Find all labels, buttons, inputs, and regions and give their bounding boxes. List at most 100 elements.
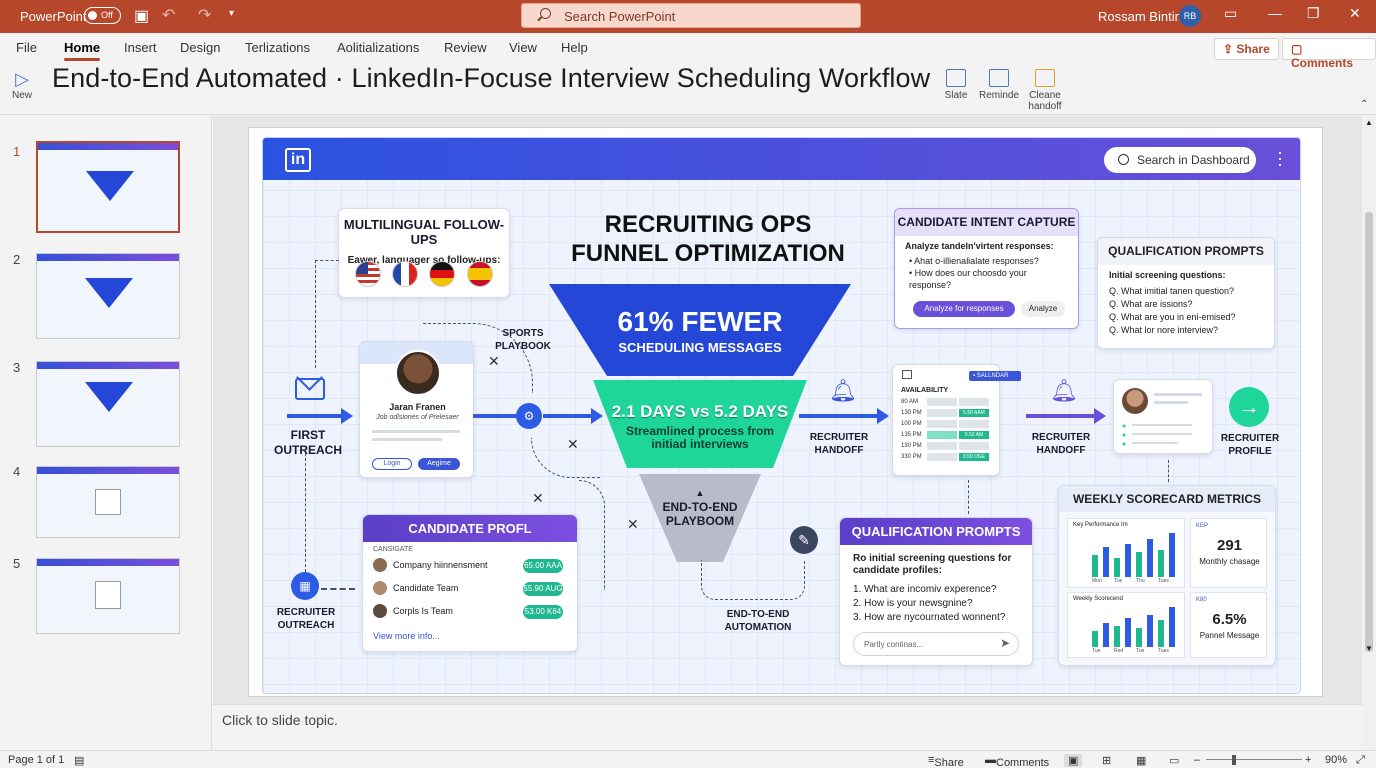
reading-view-icon[interactable]: ▦ (1136, 754, 1146, 767)
tab-insert[interactable]: Insert (124, 40, 157, 55)
minimize-icon[interactable]: — (1268, 5, 1282, 21)
qualification-prompts-card[interactable]: QUALIFICATION PROMPTS Initial screening … (1097, 237, 1275, 349)
calendar-slot[interactable]: 5.50 AAM (959, 409, 989, 417)
zoom-in-icon[interactable]: + (1305, 754, 1311, 766)
autosave-toggle[interactable]: Off (84, 7, 121, 24)
qualification-item: Q. What imitial tanen question? (1109, 286, 1235, 296)
candidate-intent-title: CANDIDATE INTENT CAPTURE (895, 209, 1078, 236)
chart-bar (1092, 555, 1098, 577)
chart-tick-label: Tues (1158, 648, 1169, 654)
calendar-slot[interactable] (959, 398, 989, 406)
scroll-down-icon[interactable]: ▼ (1365, 644, 1373, 653)
status-comments-button[interactable]: ▬ Comments (985, 754, 1049, 768)
close-icon[interactable]: ✕ (1349, 5, 1361, 22)
recruiter-profile-card[interactable]: ● ● ● (1113, 379, 1213, 454)
calendar-button[interactable]: ▪ SALLNDAR (969, 371, 1021, 381)
register-button[interactable]: Aegime (418, 458, 460, 470)
slide-thumbnail-4[interactable] (36, 466, 180, 538)
multilingual-card[interactable]: MULTILINGUAL FOLLOW-UPS Eawer, languager… (338, 208, 510, 298)
dashboard-search[interactable]: Search in Dashboard (1104, 147, 1256, 173)
slide-sorter-icon[interactable]: ⊞ (1102, 754, 1111, 767)
candidate-profile-card[interactable]: CANDIDATE PROFL CANSIGATE Company hiinne… (362, 514, 578, 652)
slide-thumbnail-1[interactable] (36, 141, 180, 233)
new-slide-button[interactable]: ▷ New (10, 69, 34, 101)
ribbon-display-icon[interactable]: ▭ (1224, 5, 1237, 22)
fit-to-window-icon[interactable]: ⤢ (1356, 754, 1365, 767)
normal-view-icon[interactable]: ▣ (1064, 754, 1083, 767)
prompt-input[interactable]: Partly continas... (853, 632, 1019, 656)
notes-placeholder[interactable]: Click to slide topic. (222, 712, 338, 728)
candidate-intent-card[interactable]: CANDIDATE INTENT CAPTURE Analyze tandeln… (894, 208, 1079, 329)
login-button[interactable]: Login (372, 458, 412, 470)
calendar-slot[interactable]: 5.50 AM (959, 431, 989, 439)
calendar-slot[interactable] (959, 420, 989, 428)
chart-bar (1147, 538, 1153, 577)
calendar-time: 135 PM (901, 432, 922, 438)
slide-thumbnail-5[interactable] (36, 558, 180, 634)
calendar-card[interactable]: ▪ SALLNDAR AVAILABILITY 80 AM 130 PM 5.50 … (892, 364, 1021, 476)
slide-thumbnail-3[interactable] (36, 361, 180, 447)
scroll-thumb[interactable] (1365, 212, 1373, 652)
avatar[interactable]: RB (1179, 5, 1201, 27)
tab-file[interactable]: File (16, 40, 37, 55)
tab-review[interactable]: Review (444, 40, 487, 55)
tab-transitions[interactable]: Terlizations (245, 40, 310, 55)
slide-title[interactable]: End-to-End Automated · LinkedIn-Focuse I… (52, 63, 930, 94)
slideshow-icon[interactable]: ▭ (1169, 754, 1179, 767)
thumb-number: 5 (13, 556, 21, 571)
analyze-button[interactable]: Analyze (1021, 301, 1065, 317)
weekly-scorecard-card[interactable]: WEEKLY SCORECARD METRICS Key Performance… (1058, 485, 1276, 666)
restore-icon[interactable]: ❐ (1307, 5, 1320, 22)
arrow-right-icon[interactable]: → (1229, 387, 1269, 427)
calendar-slot[interactable] (927, 442, 957, 450)
zoom-level[interactable]: 90% (1325, 754, 1347, 766)
send-icon[interactable]: ➤ (1000, 636, 1010, 650)
zoom-slider[interactable] (1206, 759, 1302, 760)
qualification-item: Q. What are issions? (1109, 299, 1193, 309)
search-input[interactable]: Search PowerPoint (521, 3, 861, 28)
tab-design[interactable]: Design (180, 40, 220, 55)
zoom-out-icon[interactable]: – (1194, 754, 1200, 766)
tab-help[interactable]: Help (561, 40, 588, 55)
undo-icon[interactable]: ↶ (162, 5, 175, 25)
tab-view[interactable]: View (509, 40, 537, 55)
customize-qat-icon[interactable]: ▾ (229, 8, 234, 19)
slide-thumbnail-2[interactable] (36, 253, 180, 339)
analyze-responses-button[interactable]: Analyze for responses (913, 301, 1015, 317)
reminder-button[interactable]: Reminde (979, 69, 1019, 101)
scroll-up-icon[interactable]: ▲ (1365, 118, 1373, 127)
save-icon[interactable]: ▣ (134, 6, 149, 26)
vertical-scrollbar[interactable]: ▲ ▼ (1362, 116, 1376, 750)
calendar-slot[interactable] (927, 409, 957, 417)
zoom-slider-thumb[interactable] (1232, 755, 1236, 765)
calendar-slot[interactable] (927, 431, 957, 439)
chart-bar (1114, 625, 1120, 647)
view-more-link[interactable]: View more info... (373, 631, 440, 641)
linkedin-icon: in (285, 148, 311, 172)
calendar-slot[interactable] (959, 442, 989, 450)
reminder-icon (989, 69, 1009, 87)
comments-button[interactable]: ▢ Comments (1282, 38, 1376, 70)
tab-home[interactable]: Home (64, 40, 101, 61)
calendar-slot[interactable] (927, 453, 957, 461)
calendar-slot[interactable]: 3.50 OGE (959, 453, 989, 461)
candidate-avatar (373, 604, 387, 618)
status-share-button[interactable]: ≡ Share (928, 754, 964, 768)
chart-bar (1169, 607, 1175, 647)
page-indicator: Page 1 of 1 (8, 754, 65, 766)
share-button[interactable]: ⇪ Share (1214, 38, 1279, 60)
calendar-slot[interactable] (927, 398, 957, 406)
status-bar: Page 1 of 1 ▤ ≡ Share ▬ Comments ▣ ⊞ ▦ ▭… (0, 750, 1376, 768)
qualification-prompts-bottom-card[interactable]: QUALIFICATION PROMPTS Ro initial screeni… (839, 517, 1033, 666)
calendar-slot[interactable] (927, 420, 957, 428)
user-name[interactable]: Rossam Bintin (1098, 9, 1182, 24)
redo-icon[interactable]: ↷ (198, 5, 211, 25)
more-icon[interactable]: · · · (1277, 143, 1283, 173)
chart-1-label: Key Performance Im (1073, 522, 1128, 528)
slate-button[interactable]: Slate (941, 69, 971, 101)
collapse-ribbon-icon[interactable]: ⌃ (1360, 99, 1368, 110)
notes-pane[interactable]: Click to slide topic. (213, 704, 1362, 750)
clean-handoff-button[interactable]: Cleane handoff (1026, 69, 1064, 112)
tab-animations[interactable]: Aolitializations (337, 40, 419, 55)
accessibility-icon[interactable]: ▤ (74, 754, 84, 767)
